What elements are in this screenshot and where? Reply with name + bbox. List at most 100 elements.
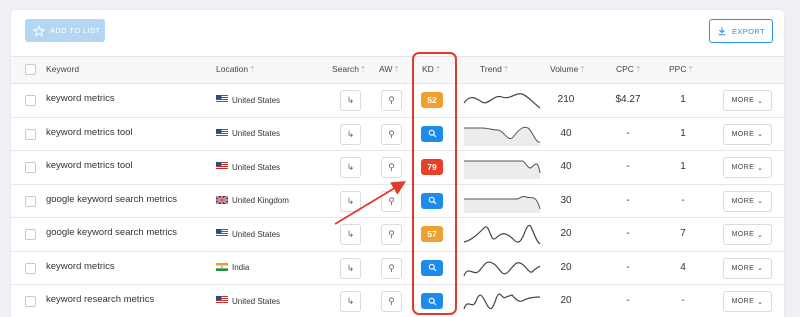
arrow-right-icon: ↳ (346, 162, 355, 172)
location-cell: United States (216, 162, 280, 172)
row-checkbox[interactable] (25, 229, 36, 240)
header-volume[interactable]: Volume ⍑ (550, 64, 585, 75)
keyword-text[interactable]: keyword metrics tool (46, 127, 133, 138)
cpc-value: $4.27 (615, 94, 641, 105)
location-text: United States (232, 229, 281, 239)
more-label: MORE (731, 197, 755, 205)
adwords-button[interactable]: ⚲ (381, 291, 402, 312)
magic-wand-icon: ⚲ (388, 296, 395, 306)
keyword-text[interactable]: keyword metrics tool (46, 160, 133, 171)
row-checkbox[interactable] (25, 128, 36, 140)
kd-badge[interactable] (421, 259, 443, 276)
results-panel: ADD TO LIST EXPORT Keyword Location ⍑ Sea… (11, 10, 784, 317)
pin-icon: ⍑ (250, 67, 255, 74)
arrow-right-icon: ↳ (346, 195, 355, 206)
kd-badge[interactable]: 57 (421, 226, 443, 242)
table-row: keyword metrics United States ↳ ⚲ 52 210… (11, 83, 784, 117)
us-flag-icon (216, 229, 228, 239)
cpc-value: - (626, 194, 630, 206)
volume-value: 210 (557, 94, 575, 105)
us-flag-icon (216, 128, 228, 139)
more-button[interactable]: MORE ⌄ (723, 90, 772, 111)
keyword-text[interactable]: google keyword search metrics (46, 227, 177, 238)
keyword-text[interactable]: keyword research metrics (46, 294, 154, 305)
table-row: keyword research metrics United States ↳… (11, 284, 784, 317)
location-cell: India (216, 262, 250, 273)
add-to-list-button[interactable]: ADD TO LIST (25, 19, 105, 42)
select-all-checkbox[interactable] (25, 64, 36, 75)
location-text: India (232, 263, 250, 272)
kd-badge[interactable] (421, 192, 443, 209)
header-location[interactable]: Location ⍑ (216, 64, 254, 75)
adwords-button[interactable]: ⚲ (381, 123, 402, 145)
more-button[interactable]: MORE ⌄ (723, 257, 772, 279)
volume-value: 20 (560, 261, 572, 273)
location-cell: United States (216, 229, 280, 239)
search-serp-button[interactable]: ↳ (340, 90, 361, 111)
kd-badge[interactable] (421, 125, 443, 142)
kd-badge[interactable] (421, 293, 443, 309)
search-serp-button[interactable]: ↳ (340, 257, 361, 279)
chevron-down-icon: ⌄ (757, 164, 764, 172)
header-ppc[interactable]: PPC ⍑ (669, 64, 693, 75)
kd-badge[interactable]: 52 (421, 92, 443, 108)
search-serp-button[interactable]: ↳ (340, 123, 361, 145)
kd-badge[interactable]: 79 (421, 159, 443, 175)
pin-icon: ⍑ (688, 67, 693, 74)
trend-sparkline (463, 293, 541, 310)
row-checkbox[interactable] (25, 195, 36, 207)
add-to-list-label: ADD TO LIST (50, 26, 101, 35)
export-button[interactable]: EXPORT (709, 19, 773, 43)
cpc-value: - (626, 295, 630, 306)
volume-value: 40 (560, 161, 572, 172)
cpc-value: - (626, 127, 630, 139)
magic-wand-icon: ⚲ (388, 195, 395, 206)
header-cpc[interactable]: CPC ⍑ (616, 64, 640, 75)
us-flag-icon (216, 95, 228, 105)
trend-sparkline (464, 160, 541, 179)
adwords-button[interactable]: ⚲ (381, 90, 402, 111)
kd-value: 79 (427, 162, 437, 172)
header-search[interactable]: Search ⍑ (332, 64, 365, 75)
header-keyword[interactable]: Keyword (46, 64, 79, 74)
more-button[interactable]: MORE ⌄ (723, 291, 772, 312)
volume-value: 20 (560, 295, 572, 306)
more-label: MORE (731, 130, 755, 138)
trend-sparkline (463, 260, 541, 276)
location-text: United States (232, 296, 281, 306)
search-serp-button[interactable]: ↳ (340, 157, 361, 178)
more-button[interactable]: MORE ⌄ (723, 190, 772, 212)
pin-icon: ⍑ (580, 67, 585, 74)
volume-value: 30 (560, 194, 572, 206)
location-cell: United States (216, 95, 280, 105)
chevron-down-icon: ⌄ (757, 298, 764, 306)
search-serp-button[interactable]: ↳ (340, 190, 361, 212)
search-serp-button[interactable]: ↳ (340, 224, 361, 245)
search-serp-button[interactable]: ↳ (340, 291, 361, 312)
volume-value: 40 (560, 127, 572, 139)
more-label: MORE (731, 264, 755, 272)
more-button[interactable]: MORE ⌄ (723, 224, 772, 245)
adwords-button[interactable]: ⚲ (381, 190, 402, 212)
header-trend[interactable]: Trend ⍑ (480, 64, 508, 75)
row-checkbox[interactable] (25, 162, 36, 173)
adwords-button[interactable]: ⚲ (381, 224, 402, 245)
kd-value: 57 (427, 229, 437, 239)
row-checkbox[interactable] (25, 95, 36, 106)
adwords-button[interactable]: ⚲ (381, 157, 402, 178)
keyword-text[interactable]: keyword metrics (46, 261, 115, 272)
keyword-text[interactable]: google keyword search metrics (46, 194, 177, 205)
pin-icon: ⍑ (394, 67, 399, 74)
keyword-text[interactable]: keyword metrics (46, 93, 115, 104)
more-button[interactable]: MORE ⌄ (723, 123, 772, 145)
row-checkbox[interactable] (25, 296, 36, 307)
more-label: MORE (731, 164, 755, 171)
header-kd[interactable]: KD ⍑ (422, 64, 440, 75)
more-button[interactable]: MORE ⌄ (723, 157, 772, 178)
search-icon (428, 196, 436, 205)
header-aw[interactable]: AW ⍑ (379, 64, 399, 75)
magic-wand-icon: ⚲ (388, 229, 395, 239)
adwords-button[interactable]: ⚲ (381, 257, 402, 279)
trend-sparkline (464, 126, 541, 146)
row-checkbox[interactable] (25, 262, 36, 274)
